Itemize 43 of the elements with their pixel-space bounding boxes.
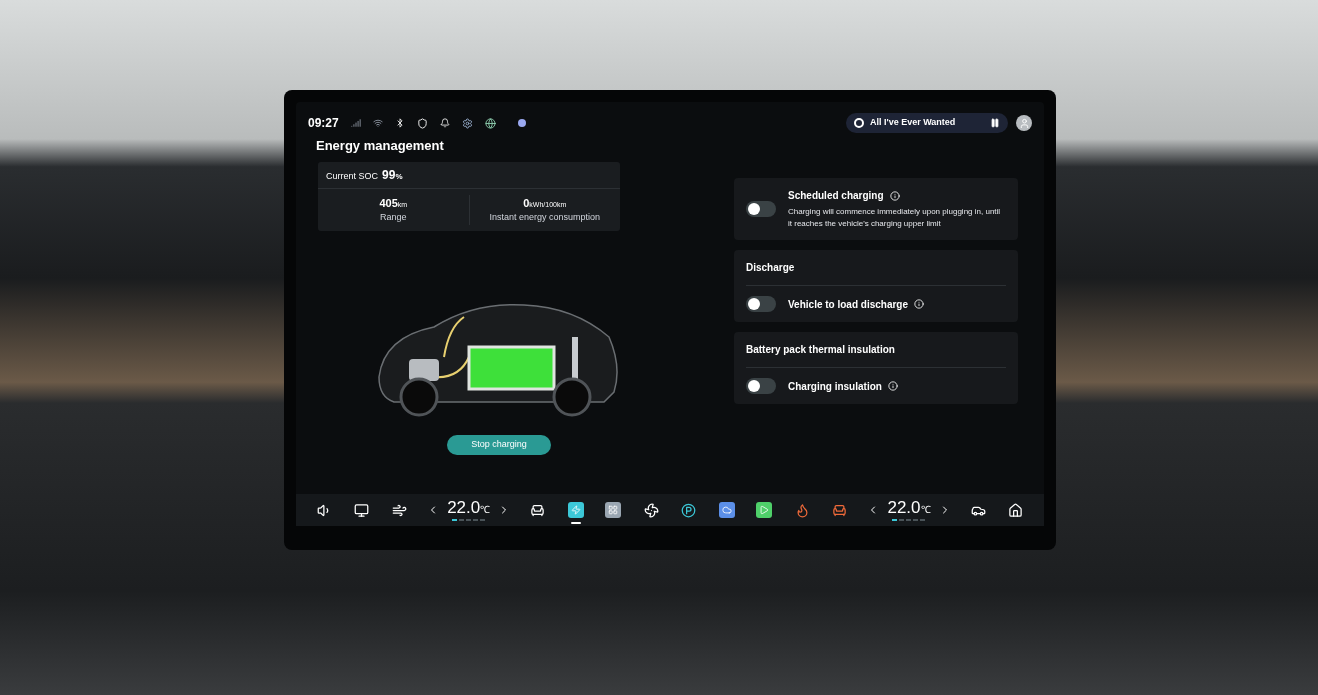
globe-icon (484, 117, 496, 129)
flame-icon (794, 503, 810, 518)
toggle-switch[interactable] (746, 201, 776, 217)
windshield-icon (391, 503, 407, 518)
bell-icon (439, 118, 450, 128)
toggle-switch[interactable] (746, 378, 776, 394)
shield-icon (416, 117, 428, 129)
setting-label: Vehicle to load discharge (788, 297, 909, 312)
info-icon[interactable] (914, 299, 925, 309)
soc-label: Current SOC (326, 169, 378, 183)
home-icon (1008, 503, 1024, 518)
lightning-icon (567, 502, 584, 518)
setting-label: Charging insulation (788, 379, 882, 394)
stat-label: Range (380, 211, 407, 224)
info-icon[interactable] (887, 381, 898, 391)
setting-label: Scheduled charging (788, 189, 884, 203)
avatar[interactable] (1016, 115, 1032, 131)
cloud-icon (718, 502, 735, 518)
parking-icon (681, 503, 697, 518)
clock: 09:27 (308, 115, 339, 132)
section-heading: Battery pack thermal insulation (746, 342, 1006, 368)
gear-icon (461, 117, 473, 129)
grid-icon (605, 502, 622, 518)
setting-description: Charging will commence immediately upon plugging in, until it reaches the vehicle's charging upper limit (788, 206, 1002, 230)
fan-icon (643, 503, 659, 518)
bluetooth-icon (394, 118, 405, 128)
stat-label: Instant energy consumption (489, 211, 601, 224)
wifi-icon (372, 118, 383, 128)
media-pill[interactable]: All I've Ever Wanted (846, 113, 1008, 133)
soc-value: 99% (382, 166, 403, 184)
page-title: Energy management (316, 137, 445, 155)
seat-icon (530, 503, 546, 518)
monitor-icon (354, 503, 370, 518)
temperature-value: 22.0℃ (887, 499, 931, 519)
pause-icon[interactable] (990, 118, 1000, 128)
temperature-value: 22.0℃ (447, 499, 491, 519)
heated-seat-icon (832, 503, 848, 518)
play-icon (756, 502, 773, 518)
signal-icon (350, 118, 361, 128)
info-icon[interactable] (889, 190, 900, 201)
section-heading: Discharge (746, 260, 1006, 286)
toggle-switch[interactable] (746, 296, 776, 312)
song-title: All I've Ever Wanted (870, 116, 957, 130)
